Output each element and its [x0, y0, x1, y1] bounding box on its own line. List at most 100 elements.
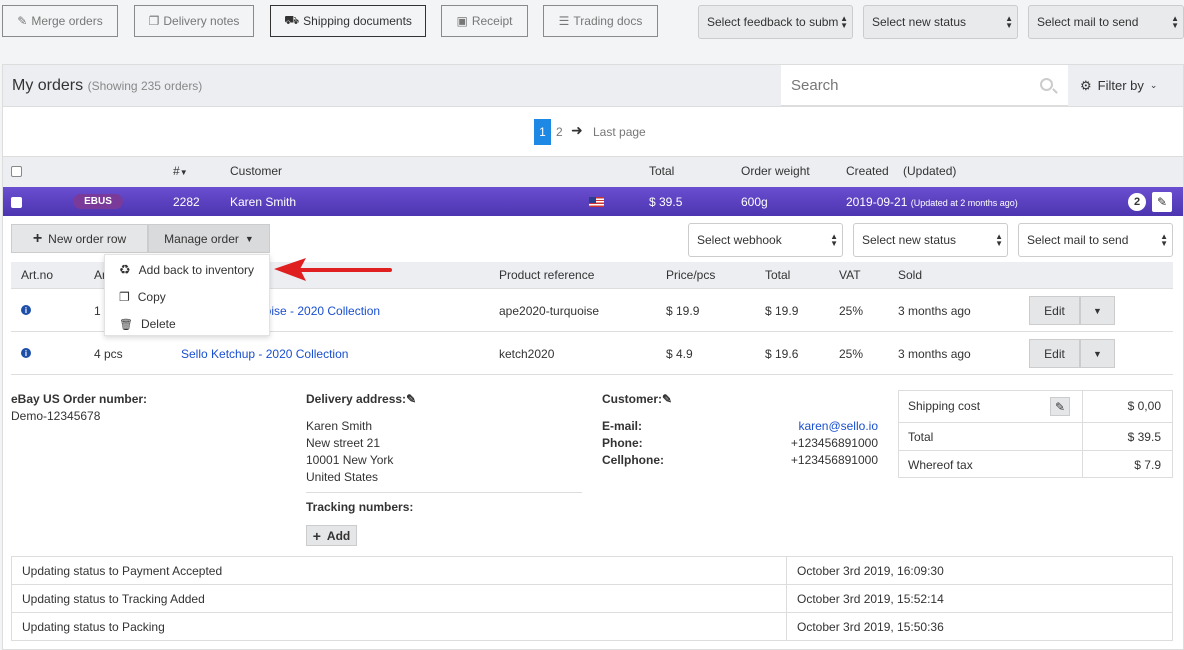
order-checkbox[interactable]: [11, 197, 22, 208]
menu-delete[interactable]: 🗑 Delete: [105, 311, 271, 337]
info-icon[interactable]: i: [21, 305, 31, 315]
select-webhook[interactable]: Select webhook ▲ ▼: [688, 223, 843, 257]
row-options-button[interactable]: ▼: [1080, 296, 1115, 325]
new-order-row-button[interactable]: + New order row: [11, 224, 148, 253]
status-log: Updating status to Payment Accepted Octob…: [11, 556, 1173, 641]
menu-copy[interactable]: ❐ Copy: [105, 284, 271, 310]
manage-order-button[interactable]: Manage order ▼: [148, 224, 270, 253]
edit-order-button[interactable]: ✎: [1152, 192, 1172, 212]
filter-by-button[interactable]: ⚙ Filter by ⌄: [1068, 65, 1183, 106]
pencil-icon: ✎: [1156, 195, 1168, 209]
cellphone-value: +123456891000: [790, 453, 878, 467]
arrow-right-icon[interactable]: ➜: [571, 122, 583, 139]
total-label: Total: [908, 430, 934, 444]
sort-caret-icon: ▲ ▼: [1171, 14, 1179, 30]
pencil-icon: ✎: [1054, 399, 1066, 414]
col-total[interactable]: Total: [649, 164, 674, 178]
menu-add-back-inventory[interactable]: ♻ Add back to inventory: [105, 257, 271, 283]
row-ref: ketch2020: [499, 347, 555, 361]
email-label: E-mail:: [602, 419, 643, 433]
row-ref: ape2020-turquoise: [499, 304, 600, 318]
pencil-icon[interactable]: ✎: [406, 392, 416, 406]
sort-down-icon: ▼: [179, 168, 188, 177]
tax-label: Whereof tax: [908, 458, 973, 472]
col-number[interactable]: #▼: [173, 164, 188, 178]
page-1[interactable]: 1: [534, 119, 551, 145]
trading-docs-button[interactable]: ☰ Trading docs: [543, 5, 658, 37]
phone-label: Phone:: [602, 436, 643, 450]
email-link[interactable]: karen@sello.io: [798, 419, 878, 433]
row-options-button[interactable]: ▼: [1080, 339, 1115, 368]
row-count-badge: 2: [1128, 193, 1146, 211]
select-row-status[interactable]: Select new status ▲ ▼: [853, 223, 1008, 257]
plus-icon: +: [312, 527, 321, 544]
sort-caret-icon: ▲ ▼: [840, 14, 848, 30]
manage-order-menu: ♻ Add back to inventory ❐ Copy 🗑 Delete: [104, 254, 270, 336]
log-row: Updating status to Tracking Added October…: [11, 584, 1173, 613]
col-created[interactable]: Created: [846, 164, 889, 178]
search-box[interactable]: Search: [781, 65, 1068, 106]
address-line: United States: [306, 470, 379, 484]
divider: [11, 374, 1173, 375]
delivery-notes-button[interactable]: ❐ Delivery notes: [134, 5, 254, 37]
address-line: New street 21: [306, 436, 381, 450]
edit-shipping-button[interactable]: ✎: [1050, 397, 1070, 416]
shipping-cost-value: $ 0,00: [1127, 399, 1161, 413]
row-vat: 25%: [839, 304, 864, 318]
sort-caret-icon: ▲ ▼: [1005, 14, 1013, 30]
copy-icon: ❐: [119, 290, 130, 304]
row-qty: 4 pcs: [94, 347, 123, 361]
col-product-ref: Product reference: [499, 268, 595, 282]
order-total: $ 39.5: [649, 195, 683, 209]
col-customer[interactable]: Customer: [230, 164, 282, 178]
ebay-order-label: eBay US Order number:: [11, 392, 148, 406]
delivery-address-label: Delivery address:✎: [306, 392, 417, 406]
divider: [306, 492, 582, 493]
row-sold: 3 months ago: [898, 347, 971, 361]
row-price: $ 4.9: [666, 347, 693, 361]
list-icon: ☰: [558, 14, 570, 28]
add-tracking-button[interactable]: + Add: [306, 525, 357, 546]
col-sold: Sold: [898, 268, 923, 282]
recycle-icon: ♻: [119, 262, 131, 277]
pencil-icon[interactable]: ✎: [662, 392, 672, 406]
edit-row-button[interactable]: Edit: [1029, 296, 1080, 325]
customer-label: Customer:✎: [602, 392, 673, 406]
edit-row-button[interactable]: Edit: [1029, 339, 1080, 368]
page-title: My orders (Showing 235 orders): [12, 77, 203, 94]
receipt-button[interactable]: ▣ Receipt: [441, 5, 528, 37]
shipping-documents-button[interactable]: ⛟ Shipping documents: [270, 5, 426, 37]
product-link[interactable]: Sello Ketchup - 2020 Collection: [181, 347, 348, 361]
row-vat: 25%: [839, 347, 864, 361]
search-icon-handle: [1052, 88, 1058, 94]
last-page-link[interactable]: Last page: [593, 125, 646, 139]
row-price: $ 19.9: [666, 304, 700, 318]
copy-icon: ❐: [148, 14, 160, 28]
col-order-weight[interactable]: Order weight: [741, 164, 810, 178]
col-updated[interactable]: (Updated): [903, 164, 956, 178]
info-icon[interactable]: i: [21, 348, 31, 358]
col-row-total: Total: [765, 268, 791, 282]
select-mail[interactable]: Select mail to send ▲ ▼: [1028, 5, 1184, 39]
caret-down-icon: ▼: [1093, 348, 1102, 359]
product-link[interactable]: uoise - 2020 Collection: [258, 304, 380, 318]
tax-value: $ 7.9: [1134, 458, 1161, 472]
address-line: Karen Smith: [306, 419, 373, 433]
select-all-checkbox[interactable]: [11, 166, 22, 177]
merge-orders-button[interactable]: ✎ Merge orders: [2, 5, 118, 37]
row-total: $ 19.6: [765, 347, 799, 361]
select-row-mail[interactable]: Select mail to send ▲ ▼: [1018, 223, 1173, 257]
order-created: 2019-09-21 (Updated at 2 months ago): [846, 195, 1018, 209]
caret-down-icon: ▼: [244, 233, 254, 244]
channel-badge: EBUS: [73, 194, 123, 209]
cellphone-label: Cellphone:: [602, 453, 664, 467]
select-new-status[interactable]: Select new status ▲ ▼: [863, 5, 1018, 39]
select-feedback[interactable]: Select feedback to subm ▲ ▼: [698, 5, 853, 39]
search-input[interactable]: Search: [791, 77, 839, 94]
caret-down-icon: ▼: [1093, 305, 1102, 316]
ebay-order-value: Demo-12345678: [11, 409, 101, 423]
address-line: 10001 New York: [306, 453, 394, 467]
edit-icon: ✎: [17, 14, 28, 28]
chevron-down-icon: ⌄: [1149, 80, 1158, 90]
page-2[interactable]: 2: [556, 125, 563, 139]
